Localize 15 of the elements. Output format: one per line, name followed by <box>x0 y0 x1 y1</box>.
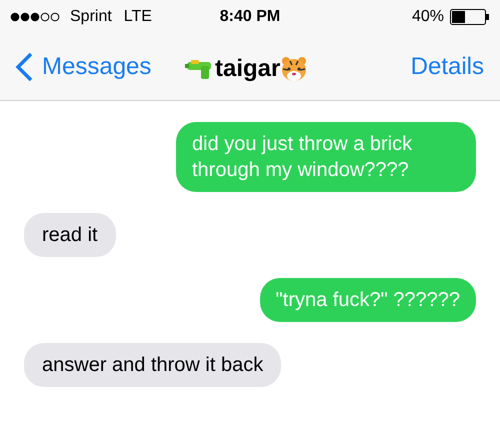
received-message-bubble: read it <box>24 213 116 257</box>
contact-name: taigar <box>215 54 280 84</box>
sent-message-bubble: "tryna fuck?" ?????? <box>260 278 476 322</box>
tiger-face-icon <box>280 55 308 83</box>
status-time: 8:40 PM <box>220 6 280 26</box>
battery-percent: 40% <box>412 6 444 26</box>
carrier-name: Sprint <box>70 6 112 26</box>
received-message-bubble: answer and throw it back <box>24 343 282 387</box>
signal-icon <box>10 12 62 22</box>
details-button[interactable]: Details <box>410 48 484 84</box>
sent-message-bubble: did you just throw a brick through my window???? <box>176 122 476 192</box>
battery-icon <box>450 8 490 24</box>
back-chevron-icon <box>14 50 34 82</box>
back-button[interactable]: Messages <box>14 48 152 84</box>
network-type: LTE <box>124 6 152 26</box>
